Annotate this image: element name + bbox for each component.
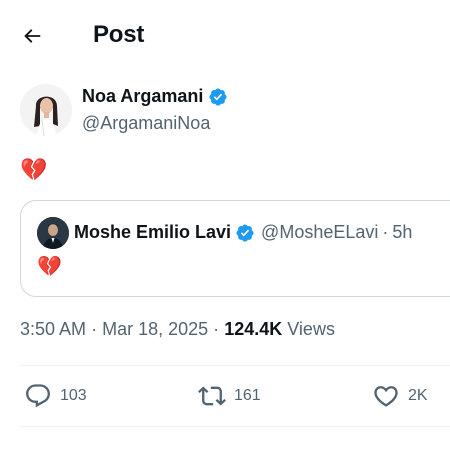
verified-badge-icon <box>236 223 254 242</box>
action-bar: 103 161 2K <box>0 370 450 422</box>
author-name-row[interactable]: Noa Argamani <box>82 86 228 107</box>
quote-text: 💔 <box>37 256 62 278</box>
reply-icon <box>26 384 50 408</box>
like-count: 2K <box>408 387 428 404</box>
heart-icon <box>374 386 398 407</box>
post-date[interactable]: Mar 18, 2025 <box>102 319 208 339</box>
quote-separator: · <box>382 222 389 242</box>
quote-author-handle[interactable]: @MosheELavi <box>261 222 378 243</box>
post-text: 💔 <box>20 157 48 182</box>
arrow-left-icon <box>24 29 41 43</box>
author-avatar[interactable] <box>20 84 72 136</box>
quote-timestamp[interactable]: 5h <box>392 222 412 243</box>
reply-count: 103 <box>60 387 87 404</box>
like-button[interactable]: 2K <box>372 382 428 410</box>
quoted-post-card[interactable]: Moshe Emilio Lavi @MosheELavi · 5h 💔 <box>20 200 450 297</box>
post-time[interactable]: 3:50 AM <box>20 319 86 339</box>
meta-separator: · <box>213 319 220 339</box>
meta-separator: · <box>91 319 98 339</box>
header: Post <box>0 0 450 70</box>
divider <box>20 365 450 366</box>
quote-header: Moshe Emilio Lavi @MosheELavi · 5h <box>74 222 412 243</box>
divider <box>20 426 450 427</box>
author-handle[interactable]: @ArgamaniNoa <box>82 113 210 134</box>
verified-badge-icon <box>209 87 227 106</box>
post-meta: 3:50 AM · Mar 18, 2025 · 124.4K Views <box>20 319 335 340</box>
repost-button[interactable]: 161 <box>198 382 261 410</box>
repost-count: 161 <box>234 387 261 404</box>
reply-button[interactable]: 103 <box>24 382 87 410</box>
views-count: 124.4K <box>224 319 283 339</box>
page-title: Post <box>93 21 145 48</box>
author-name: Noa Argamani <box>82 86 204 106</box>
post-page: Post Noa Argamani @ArgamaniNoa 💔 Moshe E… <box>0 0 450 450</box>
back-button[interactable] <box>16 20 48 52</box>
quote-author-avatar[interactable] <box>37 217 69 249</box>
quote-author-name[interactable]: Moshe Emilio Lavi <box>74 222 231 243</box>
views-label: Views <box>287 319 335 339</box>
repost-icon <box>198 386 226 406</box>
